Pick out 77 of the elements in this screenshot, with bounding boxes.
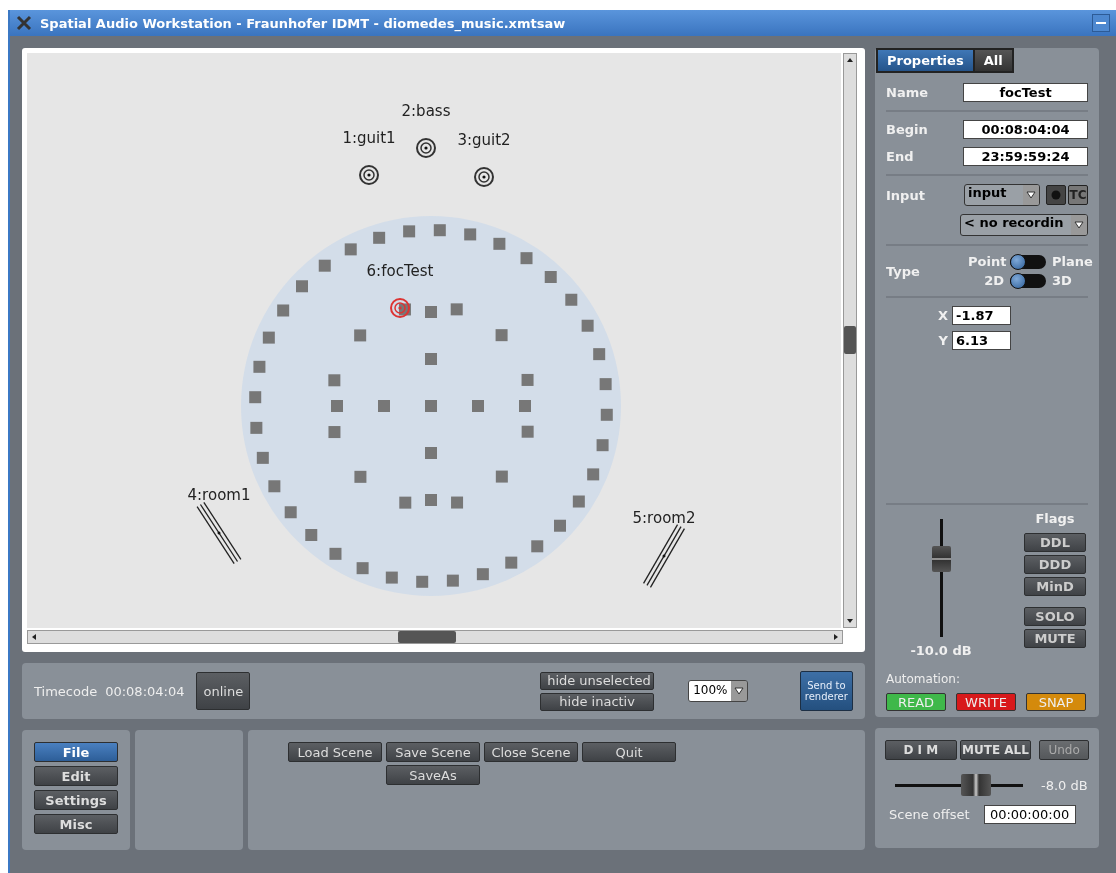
menu-tab[interactable]: File bbox=[34, 742, 118, 762]
send-to-renderer-button[interactable]: Send to renderer bbox=[799, 671, 853, 711]
scrollbar-thumb[interactable] bbox=[398, 631, 456, 643]
toggle-switch[interactable] bbox=[1010, 254, 1046, 269]
vertical-scrollbar[interactable] bbox=[843, 53, 857, 628]
plane-wave-icon[interactable] bbox=[642, 523, 686, 589]
record-icon bbox=[1051, 190, 1061, 200]
minimize-button[interactable] bbox=[1092, 14, 1110, 32]
master-gain-reading: -8.0 dB bbox=[1041, 778, 1088, 793]
recording-dropdown[interactable]: < no recordin bbox=[960, 214, 1088, 236]
slider-handle[interactable] bbox=[960, 774, 991, 796]
target-icon[interactable] bbox=[416, 138, 436, 158]
flag-button[interactable]: DDL bbox=[1024, 533, 1086, 552]
toggle-switch[interactable] bbox=[1010, 273, 1046, 288]
automation-label: Automation: bbox=[886, 672, 961, 686]
online-button[interactable]: online bbox=[196, 672, 251, 710]
scene-offset-label: Scene offset bbox=[889, 807, 970, 822]
scrollbar-thumb[interactable] bbox=[844, 326, 856, 354]
master-button[interactable]: D I M bbox=[885, 740, 957, 760]
file-action-button[interactable]: Quit bbox=[582, 742, 676, 762]
filter-button[interactable]: hide inactiv bbox=[540, 692, 655, 711]
input-dropdown[interactable]: input bbox=[964, 184, 1040, 206]
file-action-button[interactable]: SaveAs bbox=[386, 765, 480, 785]
source-label: 3:guit2 bbox=[457, 131, 511, 149]
zoom-dropdown[interactable]: 100% bbox=[688, 680, 748, 702]
dropdown-arrow-icon bbox=[1026, 191, 1036, 199]
source-label: 5:room2 bbox=[632, 509, 696, 527]
type-label: Type bbox=[886, 263, 920, 279]
file-action-button[interactable]: Save Scene bbox=[386, 742, 480, 762]
menu-tab[interactable]: Settings bbox=[34, 790, 118, 810]
flag-button[interactable]: DDD bbox=[1024, 555, 1086, 574]
gain-reading: -10.0 dB bbox=[910, 643, 972, 658]
master-button[interactable]: MUTE ALL bbox=[959, 740, 1032, 760]
solo-mute-button[interactable]: SOLO bbox=[1024, 607, 1086, 626]
flags-heading: Flags bbox=[1035, 511, 1075, 526]
x-field[interactable]: -1.87 bbox=[952, 306, 1011, 325]
target-icon[interactable] bbox=[474, 167, 494, 187]
minimize-icon bbox=[1096, 22, 1106, 24]
toggle-option-label: 3D bbox=[1052, 273, 1073, 288]
app-icon bbox=[16, 15, 32, 31]
end-field[interactable]: 23:59:59:24 bbox=[963, 147, 1088, 166]
plane-wave-icon[interactable] bbox=[196, 501, 242, 565]
begin-field[interactable]: 00:08:04:04 bbox=[963, 120, 1088, 139]
filter-button[interactable]: hide unselected bbox=[540, 671, 655, 690]
horizontal-scrollbar[interactable] bbox=[27, 630, 843, 644]
source-label: 4:room1 bbox=[187, 486, 251, 504]
name-field[interactable]: focTest bbox=[963, 83, 1088, 102]
toggle-option-label: 2D bbox=[983, 273, 1004, 288]
timecode-label: Timecode bbox=[34, 683, 98, 699]
menu-tab[interactable]: Misc bbox=[34, 814, 118, 834]
panel-tab[interactable]: All bbox=[974, 50, 1012, 71]
y-label: Y bbox=[937, 333, 948, 348]
input-label: Input bbox=[886, 187, 925, 203]
solo-mute-button[interactable]: MUTE bbox=[1024, 629, 1086, 648]
timecode-value: 00:08:04:04 bbox=[105, 683, 185, 699]
source-label: 2:bass bbox=[401, 102, 451, 120]
dropdown-arrow-icon bbox=[1074, 221, 1084, 229]
name-label: Name bbox=[886, 85, 928, 100]
window-title: Spatial Audio Workstation - Fraunhofer IDMT - diomedes_music.xmtsaw bbox=[40, 15, 567, 31]
x-label: X bbox=[936, 308, 948, 323]
menu-tab[interactable]: Edit bbox=[34, 766, 118, 786]
automation-button[interactable]: WRITE bbox=[956, 693, 1016, 711]
panel-tab[interactable]: Properties bbox=[878, 50, 973, 71]
file-action-button[interactable]: Close Scene bbox=[484, 742, 578, 762]
fader-handle[interactable] bbox=[931, 546, 951, 573]
timecode-button[interactable]: TC bbox=[1068, 185, 1088, 205]
dropdown-arrow-icon bbox=[734, 687, 745, 695]
end-label: End bbox=[886, 149, 914, 164]
file-action-button[interactable]: Load Scene bbox=[288, 742, 382, 762]
flag-button[interactable]: MinD bbox=[1024, 577, 1086, 596]
scene-canvas[interactable]: 1:guit1 2:bass 3:guit2 4:room1 5:room2 6:focTest bbox=[27, 53, 841, 628]
scene-offset-field[interactable]: 00:00:00:00 bbox=[983, 805, 1076, 824]
target-icon[interactable] bbox=[359, 165, 379, 185]
y-field[interactable]: 6.13 bbox=[952, 331, 1011, 350]
source-label: 1:guit1 bbox=[342, 129, 396, 147]
source-label: 6:focTest bbox=[366, 262, 434, 280]
begin-label: Begin bbox=[886, 122, 928, 137]
